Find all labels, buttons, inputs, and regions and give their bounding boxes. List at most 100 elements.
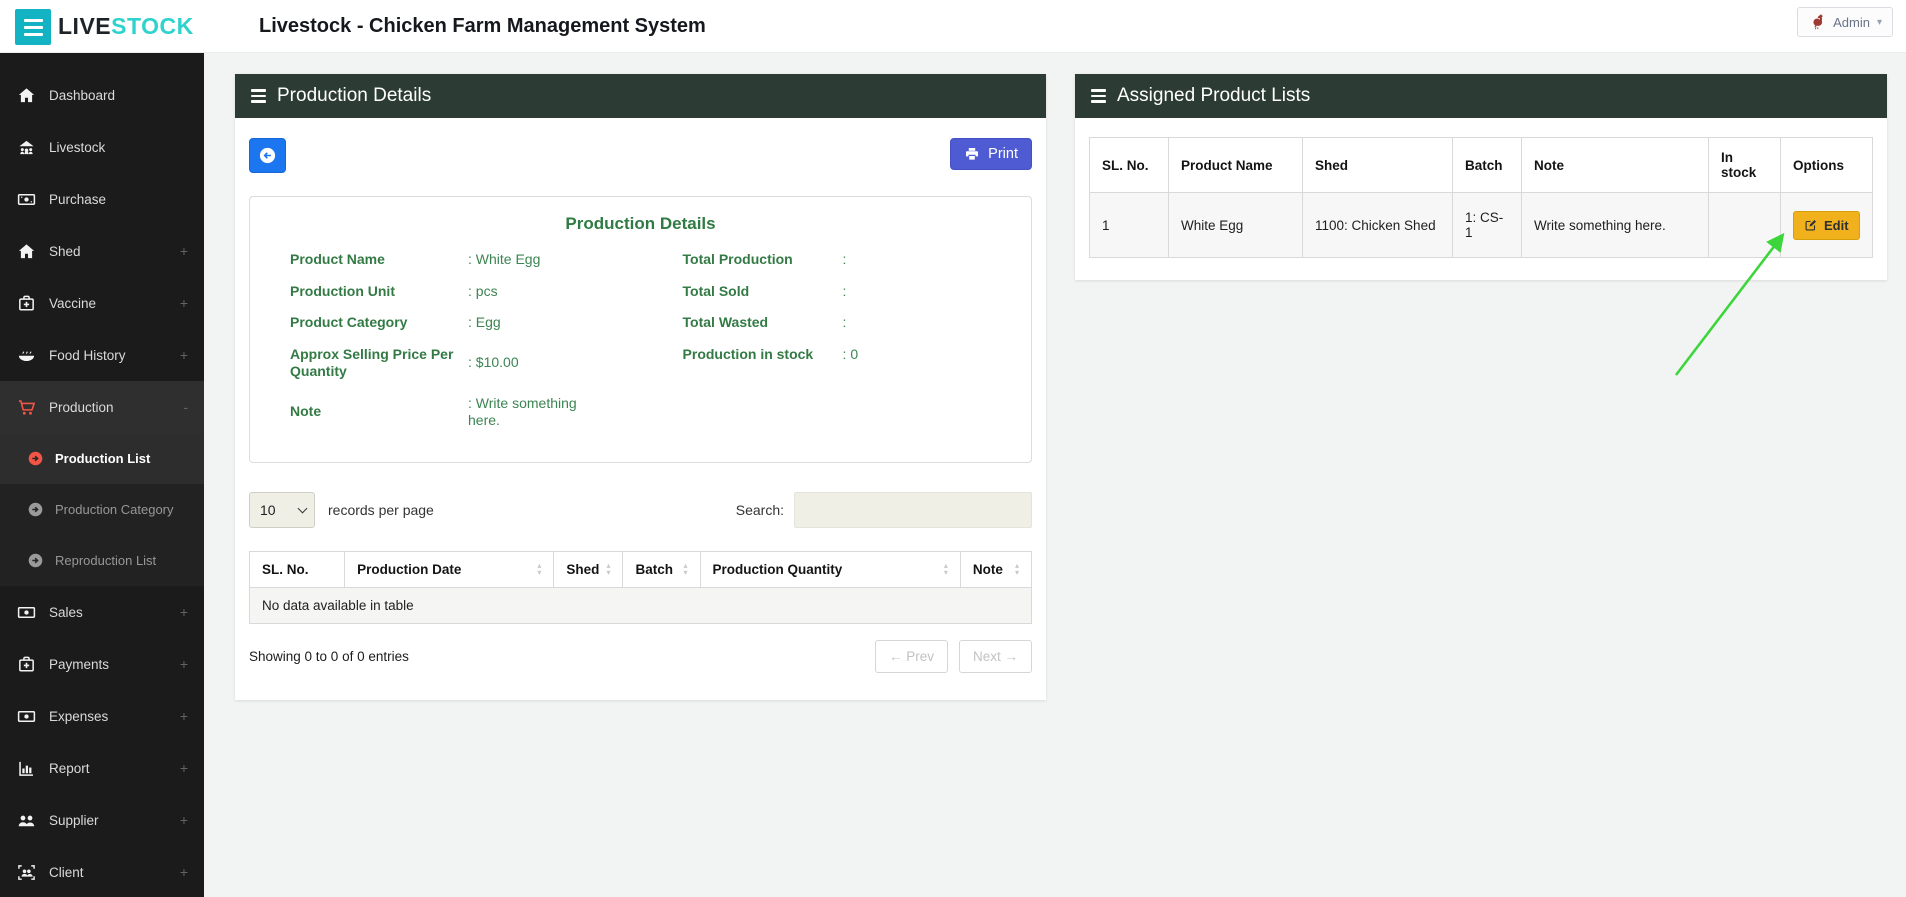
expand-indicator: + <box>179 243 188 259</box>
users-icon <box>16 810 36 830</box>
field-label: Approx Selling Price Per Quantity <box>290 345 454 380</box>
expand-indicator: + <box>179 656 188 672</box>
sidebar-item-label: Shed <box>49 243 81 259</box>
field-total-sold: Total Sold : <box>683 283 991 301</box>
sidebar-toggle-button[interactable] <box>15 9 51 45</box>
menu-icon <box>23 18 43 22</box>
sidebar-item-vaccine[interactable]: Vaccine + <box>0 277 204 329</box>
search-input[interactable] <box>794 491 1032 528</box>
sidebar-subitem-label: Reproduction List <box>55 553 157 568</box>
brand-live-text: LIVE <box>58 13 112 39</box>
page-title: Livestock - Chicken Farm Management Syst… <box>259 15 706 37</box>
sidebar-item-client[interactable]: Client + <box>0 846 204 897</box>
pencil-square-icon <box>1804 218 1818 232</box>
next-page-button[interactable]: Next → <box>958 639 1032 673</box>
sidebar-item-purchase[interactable]: Purchase <box>0 173 204 225</box>
panel-menu-icon <box>1091 89 1106 103</box>
collapse-indicator: - <box>183 399 188 415</box>
records-per-page-label: records per page <box>328 501 434 518</box>
field-label: Note <box>290 403 322 420</box>
sidebar-subitem-production-list[interactable]: Production List <box>0 433 204 484</box>
print-button[interactable]: Print <box>950 138 1032 170</box>
field-product-name: Product Name : White Egg <box>290 251 683 269</box>
brand-logo[interactable]: LIVE STOCK <box>58 0 194 53</box>
admin-menu-button[interactable]: Admin ▾ <box>1797 7 1893 37</box>
admin-label: Admin <box>1833 14 1870 30</box>
field-label: Production in stock <box>682 345 814 362</box>
home-icon <box>16 85 36 105</box>
field-value: : Write something here. <box>468 394 577 429</box>
table-row: 1 White Egg 1100: Chicken Shed 1: CS-1 W… <box>1089 192 1873 258</box>
field-value: : <box>842 282 847 299</box>
sidebar-item-dashboard[interactable]: Dashboard <box>0 69 204 121</box>
edit-button[interactable]: Edit <box>1793 210 1860 240</box>
sidebar-item-supplier[interactable]: Supplier + <box>0 794 204 846</box>
sidebar-item-shed[interactable]: Shed + <box>0 225 204 277</box>
production-table: SL. No. Production Date ▴ ▾ Shed ▴ ▾ Batch ▴ ▾… <box>248 550 1033 624</box>
empty-message: No data available in table <box>249 586 1032 624</box>
sidebar-item-label: Sales <box>49 604 83 620</box>
field-label: Production Unit <box>290 282 395 299</box>
sidebar-item-payments[interactable]: Payments + <box>0 638 204 690</box>
field-total-production: Total Production : <box>683 251 991 269</box>
expand-indicator: + <box>179 864 188 880</box>
column-header-shed[interactable]: Shed ▴ ▾ <box>553 550 624 588</box>
expand-indicator: + <box>179 812 188 828</box>
assigned-products-table: SL. No. Product Name Shed Batch Note In … <box>1089 137 1873 258</box>
cell-note: Write something here. <box>1521 192 1709 258</box>
records-per-page-select[interactable]: 10 <box>249 491 315 528</box>
sidebar-item-food-history[interactable]: Food History + <box>0 329 204 381</box>
sidebar-item-livestock[interactable]: Livestock <box>0 121 204 173</box>
field-value: : $10.00 <box>468 354 519 371</box>
column-header-note[interactable]: Note ▴ ▾ <box>959 550 1033 588</box>
sidebar-subitem-reproduction-list[interactable]: Reproduction List <box>0 535 204 586</box>
production-details-panel: Production Details Print Production Deta… <box>235 74 1046 700</box>
field-label: Total Sold <box>682 282 750 299</box>
entries-info: Showing 0 to 0 of 0 entries <box>249 648 409 664</box>
sidebar-subitem-production-category[interactable]: Production Category <box>0 484 204 535</box>
search-label: Search: <box>735 501 784 518</box>
home-icon <box>16 241 36 261</box>
panel-title: Production Details <box>277 85 432 106</box>
back-button[interactable] <box>249 138 286 173</box>
sidebar-item-production[interactable]: Production - <box>0 381 204 433</box>
arrow-circle-icon <box>27 450 44 467</box>
field-value: : <box>842 251 847 267</box>
panel-menu-icon <box>251 89 266 103</box>
column-header-sl-no: SL. No. <box>1089 137 1169 193</box>
sidebar-subitem-label: Production List <box>55 451 151 466</box>
cell-batch: 1: CS-1 <box>1452 192 1522 258</box>
sidebar-item-expenses[interactable]: Expenses + <box>0 690 204 742</box>
field-label: Product Name <box>290 251 385 267</box>
column-header-production-quantity[interactable]: Production Quantity ▴ ▾ <box>699 550 961 588</box>
livestock-icon <box>16 137 36 157</box>
sidebar-item-label: Report <box>49 760 90 776</box>
sidebar-item-label: Supplier <box>49 812 99 828</box>
prev-page-button[interactable]: ← Prev <box>874 639 948 673</box>
column-header-batch[interactable]: Batch ▴ ▾ <box>622 550 701 588</box>
expand-indicator: + <box>179 604 188 620</box>
client-icon <box>16 862 36 882</box>
empty-row: No data available in table <box>249 586 1032 624</box>
field-production-in-stock: Production in stock : 0 <box>683 346 991 364</box>
column-header-note: Note <box>1521 137 1709 193</box>
field-production-unit: Production Unit : pcs <box>290 283 683 301</box>
cell-in-stock <box>1708 192 1781 258</box>
column-header-sl-no: SL. No. <box>248 550 346 588</box>
cart-icon <box>16 397 36 417</box>
sort-icon: ▴ ▾ <box>606 561 611 577</box>
field-product-category: Product Category : Egg <box>290 314 683 332</box>
field-value: : 0 <box>842 345 859 362</box>
edit-button-label: Edit <box>1824 217 1849 233</box>
sidebar-item-report[interactable]: Report + <box>0 742 204 794</box>
sidebar-item-label: Expenses <box>49 708 109 724</box>
field-value: : Egg <box>468 314 501 330</box>
column-header-shed: Shed <box>1302 137 1453 193</box>
expand-indicator: + <box>179 708 188 724</box>
field-total-wasted: Total Wasted : <box>683 314 991 332</box>
column-header-production-date[interactable]: Production Date ▴ ▾ <box>344 550 555 588</box>
sidebar-item-sales[interactable]: Sales + <box>0 586 204 638</box>
cell-product-name: White Egg <box>1168 192 1303 258</box>
money-icon <box>16 189 36 209</box>
column-header-options: Options <box>1780 137 1873 193</box>
